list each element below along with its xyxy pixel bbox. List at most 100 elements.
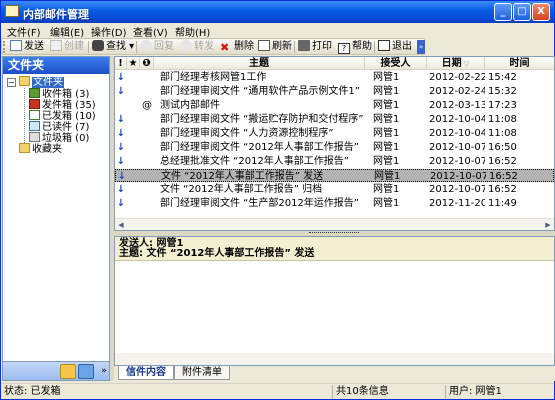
- status-bar: 状态: 已发箱 共10条信息 用户: 网管1: [1, 383, 554, 399]
- status-state: 状态: 已发箱: [4, 386, 61, 397]
- row-time: 15:32: [488, 86, 517, 97]
- find-button[interactable]: 查找 ▾: [92, 40, 134, 54]
- send-button[interactable]: 发送: [10, 40, 44, 54]
- table-row[interactable]: ↓ 文件 “2012年人事部工作报告” 发送 网管1 2012-10-07 16:52: [115, 169, 554, 182]
- row-receiver: 网管1: [373, 156, 400, 167]
- col-subject[interactable]: 主题: [154, 57, 365, 70]
- table-row[interactable]: ↓ 部门经理考核网管1工作 网管1 2012-02-22 15:42: [115, 71, 554, 84]
- mail-app-icon: [5, 5, 19, 17]
- table-row[interactable]: ↓ 总经理批准文件 “2012年人事部工作报告” 网管1 2012-10-07 16:5…: [115, 155, 554, 168]
- reply-button[interactable]: 回复: [140, 40, 174, 54]
- row-unread-arrow-icon: ↓: [116, 184, 126, 195]
- col-time[interactable]: 时间: [485, 57, 554, 70]
- exit-door-icon: [378, 40, 390, 51]
- toolbar-overflow-button[interactable]: »: [417, 40, 425, 54]
- row-date: 2012-10-07: [429, 156, 485, 167]
- mail-list-hscrollbar[interactable]: ◀ ▶: [115, 218, 554, 230]
- refresh-icon: [258, 40, 270, 51]
- row-unread-arrow-icon: ↓: [116, 114, 126, 125]
- row-date: 2012-11-20: [429, 198, 485, 209]
- menu-action[interactable]: 操作(D): [91, 24, 127, 39]
- delete-x-icon: ✖: [220, 41, 230, 54]
- mail-view-button[interactable]: [60, 364, 76, 379]
- row-time: 16:52: [488, 156, 517, 167]
- col-star[interactable]: ★: [127, 57, 140, 70]
- title-bar[interactable]: 内部邮件管理 _ □ X: [1, 1, 554, 23]
- row-time: 11:08: [488, 114, 517, 125]
- toolbar: 发送 创建 查找 ▾ 回复 转发 ✖ 删除 刷新 打印 ? 帮助 退出 »: [1, 38, 425, 55]
- table-row[interactable]: ↓ 文件 “2012年人事部工作报告” 归档 网管1 2012-10-07 16:52: [115, 183, 554, 196]
- row-subject: 文件 “2012年人事部工作报告” 发送: [161, 171, 324, 182]
- contacts-view-button[interactable]: [78, 364, 94, 379]
- menu-view[interactable]: 查看(V): [133, 24, 168, 39]
- preview-hscrollbar[interactable]: [115, 353, 554, 365]
- exit-button[interactable]: 退出: [378, 40, 412, 54]
- table-row[interactable]: ↓ 部门经理审阅文件 “2012年人事部工作报告” 网管1 2012-10-07 16:…: [115, 141, 554, 154]
- row-date: 2012-03-13: [429, 100, 485, 111]
- create-button[interactable]: 创建: [50, 40, 84, 54]
- chevron-down-icon: ▾: [126, 41, 135, 52]
- row-date: 2012-10-07: [430, 171, 486, 182]
- col-date[interactable]: 日期 ▽: [427, 57, 485, 70]
- row-receiver: 网管1: [373, 114, 400, 125]
- col-flag[interactable]: !: [115, 57, 127, 70]
- row-time: 16:50: [488, 142, 517, 153]
- row-unread-arrow-icon: ↓: [117, 171, 127, 182]
- menu-file[interactable]: 文件(F): [7, 24, 41, 39]
- tab-attachments[interactable]: 附件清单: [174, 366, 230, 380]
- menu-edit[interactable]: 编辑(E): [50, 24, 84, 39]
- row-time: 17:23: [488, 100, 517, 111]
- col-receiver[interactable]: 接受人: [365, 57, 427, 70]
- row-unread-arrow-icon: ↓: [116, 72, 126, 83]
- folder-pane-title: 文件夹: [3, 57, 109, 74]
- maximize-button[interactable]: □: [513, 3, 531, 21]
- row-subject: 部门经理审阅文件 “通用软件产品示例文件1”: [160, 86, 360, 97]
- row-unread-arrow-icon: ↓: [116, 156, 126, 167]
- row-subject: 部门经理审阅文件 “生产部2012年运作报告”: [160, 198, 359, 209]
- reply-icon: [140, 40, 152, 51]
- forward-icon: [180, 40, 192, 51]
- row-date: 2012-02-22: [429, 72, 485, 83]
- folder-root[interactable]: 文件夹: [19, 76, 64, 88]
- col-attach[interactable]: ❶: [140, 57, 154, 70]
- toolbar-grip[interactable]: [3, 41, 5, 53]
- row-subject: 部门经理考核网管1工作: [160, 72, 267, 83]
- printer-icon: [298, 40, 310, 51]
- table-row[interactable]: @ 测试内部邮件 网管1 2012-03-13 17:23: [115, 99, 554, 112]
- row-subject: 部门经理审阅文件 “人力资源控制程序”: [160, 128, 334, 139]
- toolbar-separator: [88, 41, 89, 53]
- scroll-left-icon[interactable]: ◀: [116, 220, 126, 230]
- row-date: 2012-10-07: [429, 184, 485, 195]
- mail-list: ! ★ ❶ 主题 接受人 日期 ▽ 时间 ↓ 部门经理考核网管1工作 网管1 2012…: [114, 56, 555, 231]
- row-time: 16:52: [488, 184, 517, 195]
- row-subject: 测试内部邮件: [160, 100, 220, 111]
- status-user: 用户: 网管1: [445, 385, 502, 399]
- refresh-button[interactable]: 刷新: [258, 40, 292, 54]
- forward-button[interactable]: 转发: [180, 40, 214, 54]
- row-time: 11:08: [488, 128, 517, 139]
- delete-button[interactable]: ✖ 删除: [220, 40, 254, 54]
- table-row[interactable]: ↓ 部门经理审阅文件 “生产部2012年运作报告” 网管1 2012-11-20 11:…: [115, 197, 554, 210]
- print-button[interactable]: 打印: [298, 40, 332, 54]
- window-title: 内部邮件管理: [23, 8, 89, 21]
- row-receiver: 网管1: [373, 72, 400, 83]
- row-time: 15:42: [488, 72, 517, 83]
- row-receiver: 网管1: [374, 171, 401, 182]
- outbox-icon: [29, 99, 40, 109]
- row-receiver: 网管1: [373, 198, 400, 209]
- trash-icon: [29, 132, 40, 142]
- scroll-right-icon[interactable]: ▶: [543, 220, 553, 230]
- menu-help[interactable]: 帮助(H): [175, 24, 210, 39]
- tab-mail-content[interactable]: 信件内容: [118, 366, 174, 380]
- close-button[interactable]: X: [532, 3, 550, 21]
- table-row[interactable]: ↓ 部门经理审阅文件 “通用软件产品示例文件1” 网管1 2012-02-24 15:3…: [115, 85, 554, 98]
- help-button[interactable]: ? 帮助: [338, 40, 372, 54]
- table-row[interactable]: ↓ 部门经理审阅文件 “搬运贮存防护和交付程序” 网管1 2012-10-04 11:0…: [115, 113, 554, 126]
- tree-collapse-toggle[interactable]: −: [7, 78, 16, 87]
- row-unread-arrow-icon: ↓: [116, 142, 126, 153]
- folder-favorites[interactable]: 收藏夹: [19, 143, 62, 155]
- table-row[interactable]: ↓ 部门经理审阅文件 “人力资源控制程序” 网管1 2012-10-04 11:08: [115, 127, 554, 140]
- row-date: 2012-10-04: [429, 128, 485, 139]
- minimize-button[interactable]: _: [494, 3, 512, 21]
- binoculars-icon: [92, 40, 104, 51]
